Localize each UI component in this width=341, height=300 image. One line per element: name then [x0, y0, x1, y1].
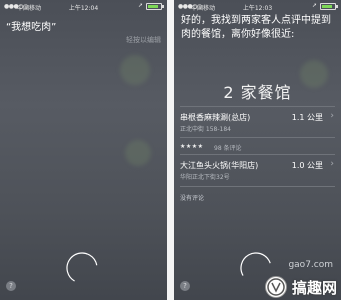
- siri-listening-ring-icon[interactable]: [64, 250, 100, 286]
- battery-icon: [320, 3, 338, 10]
- siri-response: 好的，我找到两家客人点评中提到肉的餐馆，离你好像很近:: [181, 15, 331, 40]
- status-bar: ●●●○○ 中国移动 上午12:03 ➚: [174, 0, 341, 12]
- chevron-right-icon[interactable]: ›: [330, 159, 334, 169]
- review-count: 98 条评论: [214, 145, 242, 152]
- restaurant-address: 华阳正北下街32号: [180, 174, 230, 181]
- background-blur: [120, 55, 150, 85]
- spoken-query[interactable]: “我想吃肉”: [6, 18, 56, 33]
- restaurant-distance: 1.1 公里: [291, 113, 323, 122]
- siri-query-screen: ●●●○○ 中国移动 上午12:04 ➚ “我想吃肉” 轻按以编辑 ?: [0, 0, 167, 300]
- divider: [180, 186, 335, 187]
- result-count-title: 2 家餐馆: [223, 83, 292, 102]
- help-button[interactable]: ?: [6, 281, 16, 291]
- battery-icon: [146, 3, 164, 10]
- restaurant-distance: 1.0 公里: [291, 161, 323, 170]
- chevron-right-icon[interactable]: ›: [330, 111, 334, 121]
- location-icon: ➚: [137, 2, 143, 9]
- divider: [180, 137, 335, 138]
- watermark-domain: gao7.com: [288, 260, 333, 270]
- tap-to-edit-hint[interactable]: 轻按以编辑: [126, 35, 161, 45]
- rating-stars: ★★★★: [180, 143, 204, 150]
- image-divider: [167, 0, 174, 300]
- no-reviews-label: 没有评论: [180, 195, 205, 202]
- status-bar: ●●●○○ 中国移动 上午12:04 ➚: [0, 0, 167, 12]
- restaurant-name[interactable]: 串根香麻辣涮(总店): [180, 112, 250, 123]
- restaurant-address: 正北中街 158-184: [180, 126, 231, 133]
- restaurant-name[interactable]: 大江鱼头火锅(华阳店): [180, 160, 258, 171]
- background-blur: [125, 140, 151, 166]
- divider: [180, 106, 335, 107]
- brand-logo-icon: [265, 276, 287, 298]
- siri-result-screen: ●●●○○ 中国移动 上午12:03 ➚ 好的，我找到两家客人点评中提到肉的餐馆…: [174, 0, 341, 300]
- location-icon: ➚: [311, 2, 317, 9]
- site-watermark: gao7.com 搞趣网: [189, 260, 339, 298]
- watermark-brand: 搞趣网: [291, 279, 337, 297]
- divider: [180, 154, 335, 155]
